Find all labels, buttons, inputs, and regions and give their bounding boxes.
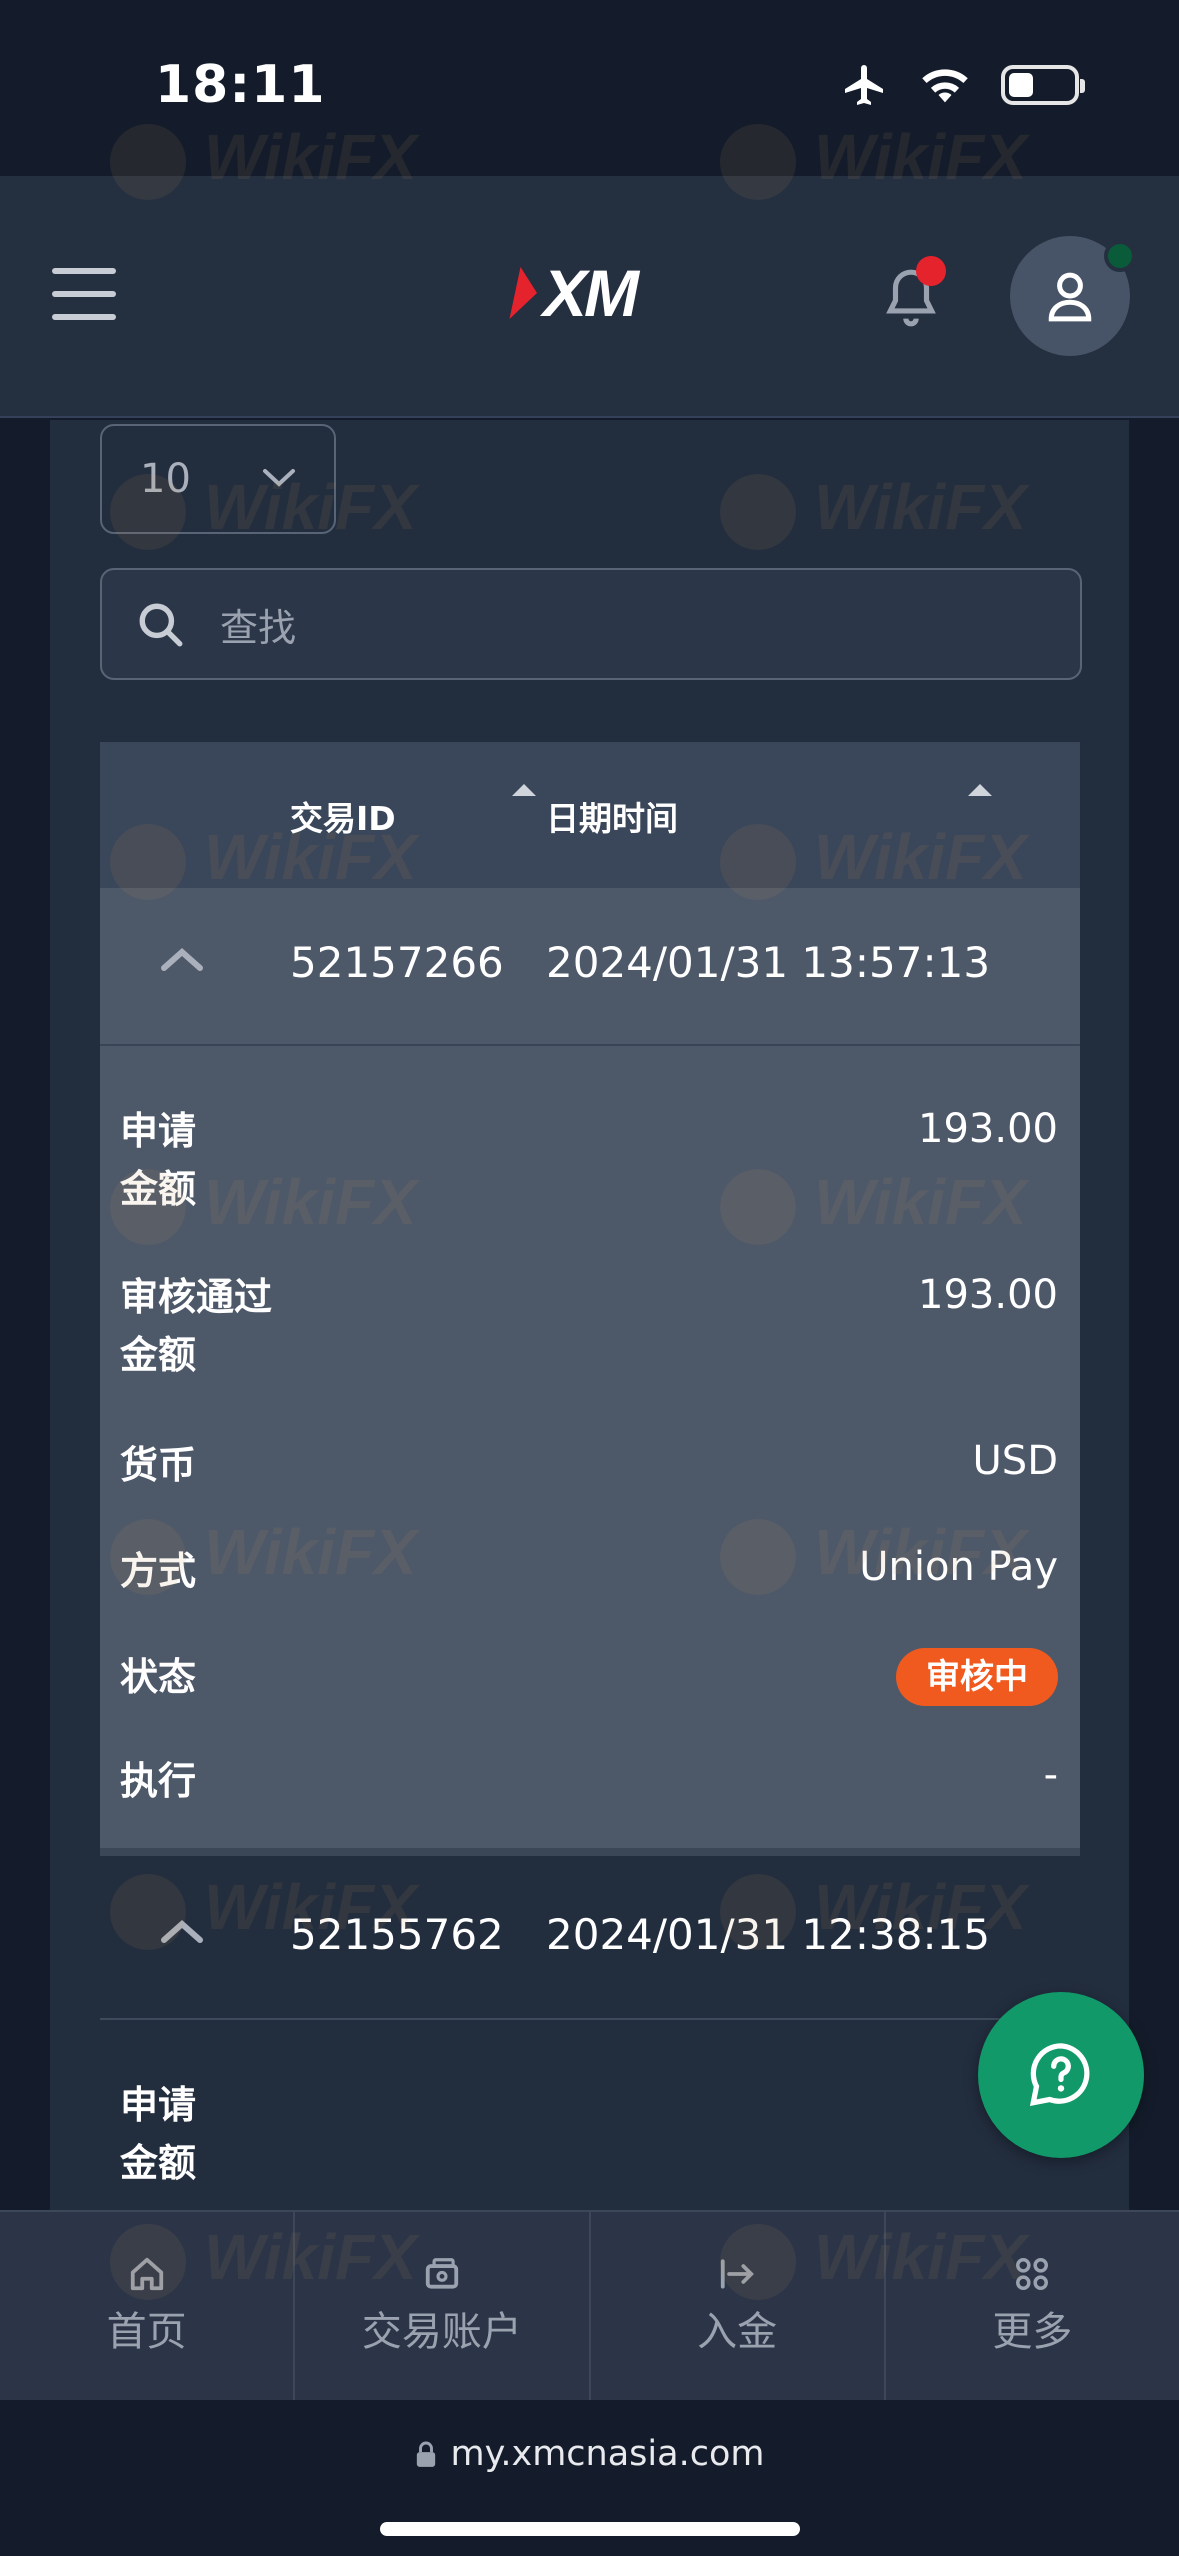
chevron-up-icon[interactable]	[160, 1918, 204, 1944]
status-bar: 18:11	[0, 0, 1179, 176]
row-details: 申请 金额 193.00 审核通过 金额 193.00 货币 USD 方式 Un…	[100, 1046, 1080, 1856]
approved-amount-label: 审核通过 金额	[120, 1275, 273, 1377]
transactions-panel: 10 查找 交易ID 日期时间 52157266 2024/01/31 13:5…	[50, 420, 1129, 2210]
grid-icon	[1016, 2258, 1049, 2290]
row-transaction-id: 52157266	[290, 938, 504, 987]
table-row[interactable]: 52155762 2024/01/31 12:38:15	[100, 1860, 1080, 2018]
logo-text: XM	[543, 256, 639, 330]
method-label: 方式	[120, 1549, 197, 1593]
sort-asc-icon[interactable]	[968, 784, 992, 796]
status-icons	[841, 60, 1085, 110]
approved-amount-value: 193.00	[918, 1272, 1058, 1318]
search-icon	[139, 603, 183, 647]
notification-dot	[916, 256, 946, 286]
search-input[interactable]: 查找	[100, 568, 1082, 680]
page-size-value: 10	[140, 456, 191, 502]
online-status-dot	[1104, 240, 1136, 272]
search-placeholder: 查找	[220, 605, 297, 650]
airplane-icon	[845, 65, 883, 105]
browser-address-bar: my.xmcnasia.com	[0, 2400, 1179, 2556]
page-size-select[interactable]: 10	[100, 424, 336, 534]
question-chat-icon	[1029, 2043, 1090, 2107]
row-datetime: 2024/01/31 13:57:13	[546, 938, 991, 987]
nav-item-home[interactable]: 首页	[0, 2212, 296, 2400]
execute-value: -	[1043, 1752, 1058, 1798]
status-label: 状态	[120, 1655, 197, 1699]
logo-flag-icon	[509, 267, 543, 319]
chevron-down-icon	[263, 469, 295, 487]
notification-bell-button[interactable]	[880, 256, 950, 342]
nav-item-trading-accounts[interactable]: 交易账户	[295, 2212, 591, 2400]
help-chat-button[interactable]	[978, 1992, 1144, 2158]
chevron-up-icon[interactable]	[160, 946, 204, 972]
status-badge: 审核中	[896, 1648, 1058, 1706]
nav-item-deposit[interactable]: 入金	[591, 2212, 886, 2400]
row-divider	[100, 2018, 1080, 2020]
deposit-icon	[720, 2259, 755, 2289]
home-icon	[130, 2257, 163, 2291]
hamburger-menu-button[interactable]	[52, 268, 116, 320]
row-transaction-id: 52155762	[290, 1910, 504, 1959]
nav-label-home: 首页	[106, 2309, 187, 2355]
requested-amount-value: 193.00	[918, 1106, 1058, 1152]
nav-label-deposit: 入金	[697, 2309, 778, 2355]
battery-icon	[1001, 65, 1085, 105]
table-header: 交易ID 日期时间	[100, 742, 1080, 888]
column-header-transaction-id[interactable]: 交易ID	[290, 792, 396, 840]
column-header-datetime[interactable]: 日期时间	[546, 792, 678, 840]
requested-amount-label: 申请 金额	[120, 1109, 197, 1211]
url-text: my.xmcnasia.com	[450, 2434, 765, 2474]
wallet-icon	[425, 2258, 459, 2289]
user-icon	[1048, 272, 1092, 322]
currency-label: 货币	[120, 1443, 197, 1487]
table-row[interactable]: 52157266 2024/01/31 13:57:13	[100, 888, 1080, 1046]
nav-label-trading-accounts: 交易账户	[361, 2309, 522, 2355]
method-value: Union Pay	[859, 1544, 1058, 1590]
xm-logo[interactable]: XM	[509, 256, 639, 330]
nav-item-more[interactable]: 更多	[886, 2212, 1179, 2400]
profile-avatar-button[interactable]	[1010, 236, 1136, 356]
nav-label-more: 更多	[992, 2309, 1073, 2355]
wifi-icon	[922, 69, 968, 103]
requested-amount-label: 申请 金额	[120, 2083, 197, 2185]
lock-icon	[416, 2441, 435, 2467]
execute-label: 执行	[120, 1759, 197, 1803]
status-time: 18:11	[155, 55, 326, 115]
currency-value: USD	[972, 1438, 1058, 1484]
app-header: XM	[0, 176, 1179, 418]
home-indicator[interactable]	[380, 2522, 800, 2536]
sort-asc-icon[interactable]	[512, 784, 536, 796]
row-datetime: 2024/01/31 12:38:15	[546, 1910, 991, 1959]
url-field[interactable]: my.xmcnasia.com	[0, 2434, 1179, 2474]
bottom-navigation: 首页 交易账户 入金 更多	[0, 2210, 1179, 2400]
